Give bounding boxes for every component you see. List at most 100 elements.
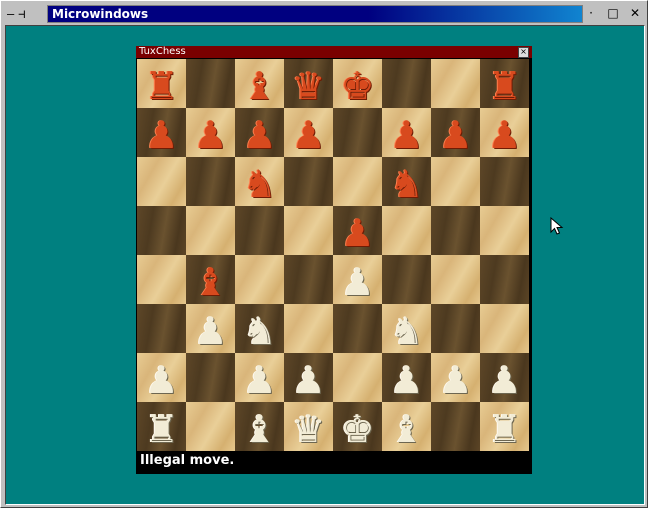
square-e1[interactable]: ♚ bbox=[333, 402, 382, 451]
red-pawn-icon[interactable]: ♟ bbox=[382, 108, 431, 157]
red-rook-icon[interactable]: ♜ bbox=[137, 59, 186, 108]
square-d1[interactable]: ♛ bbox=[284, 402, 333, 451]
red-pawn-icon[interactable]: ♟ bbox=[284, 108, 333, 157]
square-e8[interactable]: ♚ bbox=[333, 59, 382, 108]
square-c6[interactable]: ♞ bbox=[235, 157, 284, 206]
square-b5[interactable] bbox=[186, 206, 235, 255]
white-pawn-icon[interactable]: ♟ bbox=[186, 304, 235, 353]
red-pawn-icon[interactable]: ♟ bbox=[137, 108, 186, 157]
white-knight-icon[interactable]: ♞ bbox=[382, 304, 431, 353]
square-b2[interactable] bbox=[186, 353, 235, 402]
square-c5[interactable] bbox=[235, 206, 284, 255]
square-b3[interactable]: ♟ bbox=[186, 304, 235, 353]
square-d3[interactable] bbox=[284, 304, 333, 353]
square-e2[interactable] bbox=[333, 353, 382, 402]
square-g3[interactable] bbox=[431, 304, 480, 353]
square-f6[interactable]: ♞ bbox=[382, 157, 431, 206]
square-b1[interactable] bbox=[186, 402, 235, 451]
pin-icon[interactable]: ⊣ bbox=[18, 6, 25, 22]
square-d6[interactable] bbox=[284, 157, 333, 206]
square-d5[interactable] bbox=[284, 206, 333, 255]
square-f8[interactable] bbox=[382, 59, 431, 108]
square-d7[interactable]: ♟ bbox=[284, 108, 333, 157]
square-g2[interactable]: ♟ bbox=[431, 353, 480, 402]
square-h7[interactable]: ♟ bbox=[480, 108, 529, 157]
square-f4[interactable] bbox=[382, 255, 431, 304]
square-g7[interactable]: ♟ bbox=[431, 108, 480, 157]
square-h8[interactable]: ♜ bbox=[480, 59, 529, 108]
square-g5[interactable] bbox=[431, 206, 480, 255]
square-a2[interactable]: ♟ bbox=[137, 353, 186, 402]
square-a5[interactable] bbox=[137, 206, 186, 255]
square-e7[interactable] bbox=[333, 108, 382, 157]
square-g6[interactable] bbox=[431, 157, 480, 206]
white-rook-icon[interactable]: ♜ bbox=[480, 402, 529, 451]
square-e5[interactable]: ♟ bbox=[333, 206, 382, 255]
square-c8[interactable]: ♝ bbox=[235, 59, 284, 108]
tuxchess-close-icon[interactable]: × bbox=[518, 47, 529, 58]
red-pawn-icon[interactable]: ♟ bbox=[235, 108, 284, 157]
square-h4[interactable] bbox=[480, 255, 529, 304]
maximize-icon[interactable]: □ bbox=[605, 5, 621, 21]
white-pawn-icon[interactable]: ♟ bbox=[284, 353, 333, 402]
white-queen-icon[interactable]: ♛ bbox=[284, 402, 333, 451]
white-bishop-icon[interactable]: ♝ bbox=[382, 402, 431, 451]
white-pawn-icon[interactable]: ♟ bbox=[382, 353, 431, 402]
white-pawn-icon[interactable]: ♟ bbox=[235, 353, 284, 402]
red-pawn-icon[interactable]: ♟ bbox=[480, 108, 529, 157]
square-f7[interactable]: ♟ bbox=[382, 108, 431, 157]
square-f1[interactable]: ♝ bbox=[382, 402, 431, 451]
square-a3[interactable] bbox=[137, 304, 186, 353]
square-e3[interactable] bbox=[333, 304, 382, 353]
title-area[interactable]: Microwindows bbox=[47, 5, 583, 23]
square-a4[interactable] bbox=[137, 255, 186, 304]
square-e6[interactable] bbox=[333, 157, 382, 206]
close-icon[interactable]: ✕ bbox=[627, 5, 643, 21]
white-bishop-icon[interactable]: ♝ bbox=[235, 402, 284, 451]
square-b4[interactable]: ♝ bbox=[186, 255, 235, 304]
chess-board[interactable]: ♜ ♝ ♛ ♚ ♜ ♟ ♟ ♟ ♟ ♟ ♟ ♟ ♞ ♞ ♟ ♝ ♟ ♟ ♞ ♞ ♟ ♟ ♟ ♟ ♟ ♟ ♜ ♝ ♛ ♚ ♝ ♜ bbox=[137, 59, 529, 451]
square-g4[interactable] bbox=[431, 255, 480, 304]
white-pawn-icon[interactable]: ♟ bbox=[480, 353, 529, 402]
square-f3[interactable]: ♞ bbox=[382, 304, 431, 353]
square-b7[interactable]: ♟ bbox=[186, 108, 235, 157]
square-c3[interactable]: ♞ bbox=[235, 304, 284, 353]
window-titlebar[interactable]: — ⊣ Microwindows · □ ✕ bbox=[5, 4, 645, 24]
square-b8[interactable] bbox=[186, 59, 235, 108]
square-e4[interactable]: ♟ bbox=[333, 255, 382, 304]
square-c1[interactable]: ♝ bbox=[235, 402, 284, 451]
square-f2[interactable]: ♟ bbox=[382, 353, 431, 402]
square-h3[interactable] bbox=[480, 304, 529, 353]
red-pawn-icon[interactable]: ♟ bbox=[431, 108, 480, 157]
square-c2[interactable]: ♟ bbox=[235, 353, 284, 402]
menu-dot-icon[interactable]: · bbox=[583, 5, 599, 21]
red-pawn-icon[interactable]: ♟ bbox=[186, 108, 235, 157]
red-pawn-icon[interactable]: ♟ bbox=[333, 206, 382, 255]
red-knight-icon[interactable]: ♞ bbox=[235, 157, 284, 206]
square-h6[interactable] bbox=[480, 157, 529, 206]
square-d2[interactable]: ♟ bbox=[284, 353, 333, 402]
square-g8[interactable] bbox=[431, 59, 480, 108]
red-rook-icon[interactable]: ♜ bbox=[480, 59, 529, 108]
red-queen-icon[interactable]: ♛ bbox=[284, 59, 333, 108]
square-a8[interactable]: ♜ bbox=[137, 59, 186, 108]
white-pawn-icon[interactable]: ♟ bbox=[431, 353, 480, 402]
white-rook-icon[interactable]: ♜ bbox=[137, 402, 186, 451]
tuxchess-titlebar[interactable]: TuxChess × bbox=[136, 46, 532, 58]
square-g1[interactable] bbox=[431, 402, 480, 451]
red-bishop-icon[interactable]: ♝ bbox=[235, 59, 284, 108]
square-a6[interactable] bbox=[137, 157, 186, 206]
red-knight-icon[interactable]: ♞ bbox=[382, 157, 431, 206]
square-c4[interactable] bbox=[235, 255, 284, 304]
white-pawn-icon[interactable]: ♟ bbox=[137, 353, 186, 402]
white-pawn-icon[interactable]: ♟ bbox=[333, 255, 382, 304]
square-f5[interactable] bbox=[382, 206, 431, 255]
minimize-icon[interactable]: — bbox=[7, 6, 14, 22]
white-knight-icon[interactable]: ♞ bbox=[235, 304, 284, 353]
square-h1[interactable]: ♜ bbox=[480, 402, 529, 451]
square-d4[interactable] bbox=[284, 255, 333, 304]
square-c7[interactable]: ♟ bbox=[235, 108, 284, 157]
white-king-icon[interactable]: ♚ bbox=[333, 402, 382, 451]
red-king-icon[interactable]: ♚ bbox=[333, 59, 382, 108]
square-d8[interactable]: ♛ bbox=[284, 59, 333, 108]
